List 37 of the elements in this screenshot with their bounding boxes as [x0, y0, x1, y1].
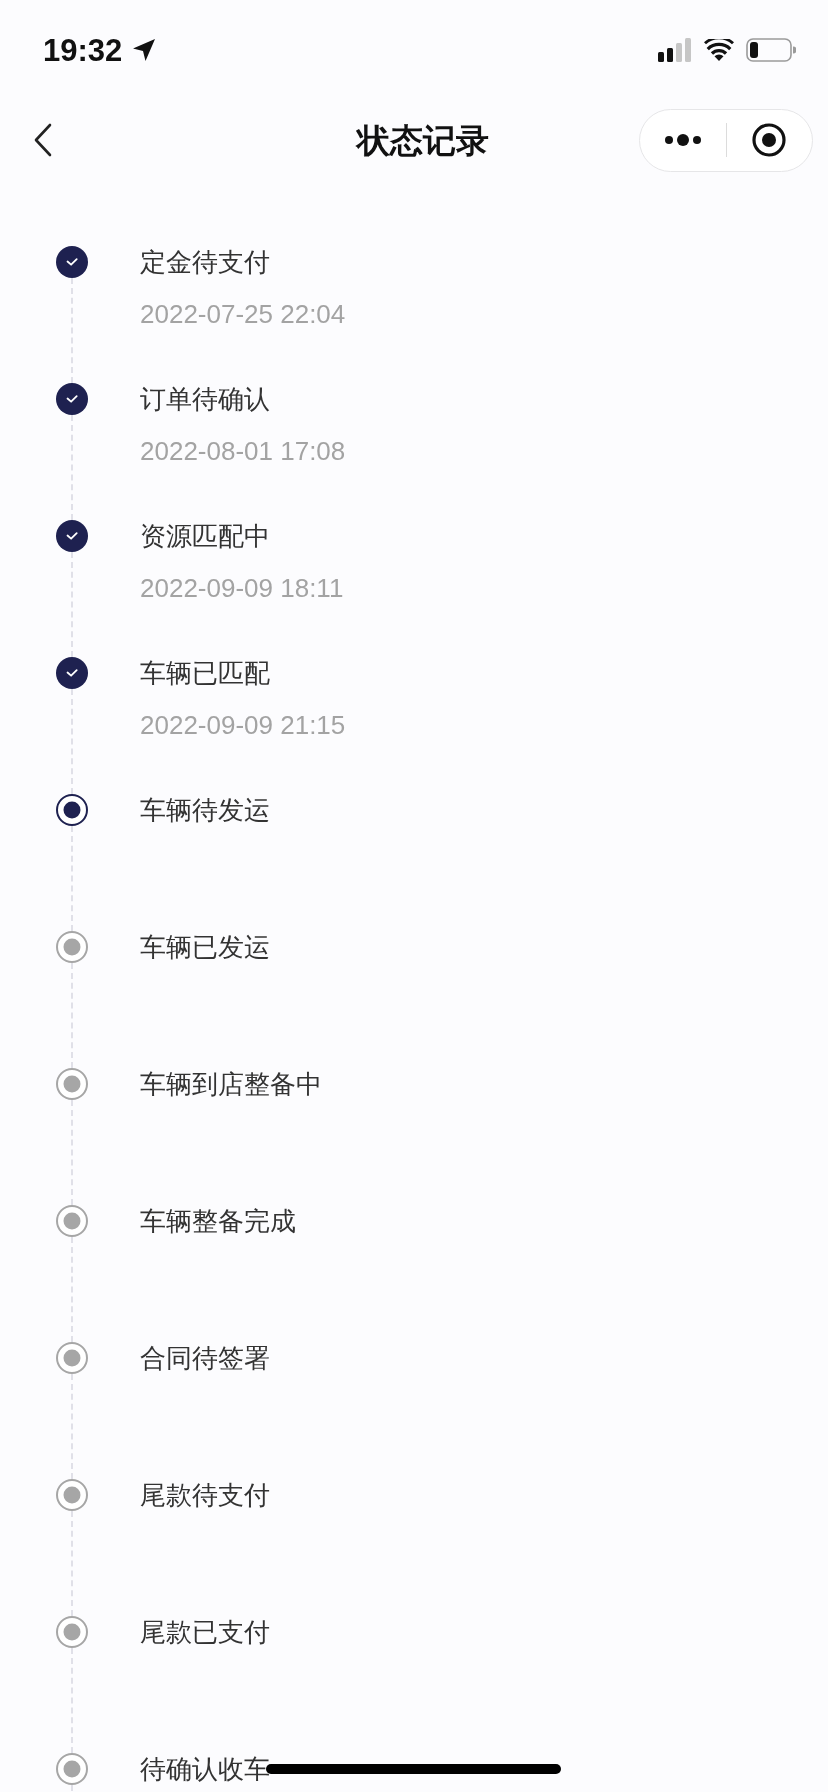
step-label: 尾款已支付: [140, 1616, 270, 1648]
step-label: 待确认收车: [140, 1753, 270, 1785]
wifi-icon: [704, 39, 734, 61]
location-arrow-icon: [132, 38, 157, 62]
step-label: 合同待签署: [140, 1342, 270, 1374]
step-label: 车辆已匹配: [140, 657, 271, 689]
step-label: 车辆整备完成: [140, 1205, 296, 1237]
step-time: 2022-09-09 21:15: [140, 709, 346, 741]
radio-dot-icon: [56, 1753, 88, 1785]
step-label: 资源匹配中: [140, 520, 271, 552]
radio-dot-icon: [56, 794, 88, 826]
radio-dot-icon: [56, 1342, 88, 1374]
step-label: 定金待支付: [140, 246, 271, 278]
step-time: 2022-07-25 22:04: [140, 298, 346, 330]
radio-dot-icon: [56, 1616, 88, 1648]
step-time: 2022-09-09 18:11: [140, 572, 344, 604]
more-dots-icon: [663, 134, 702, 146]
step-label: 订单待确认: [140, 383, 271, 415]
radio-dot-icon: [56, 1068, 88, 1100]
step-label: 车辆已发运: [140, 931, 270, 963]
step-label: 车辆到店整备中: [140, 1068, 322, 1100]
target-icon: [752, 123, 787, 157]
step-time: 2022-08-01 17:08: [140, 435, 346, 467]
step-label: 车辆待发运: [140, 794, 270, 826]
radio-dot-icon: [56, 931, 88, 963]
step-label: 尾款待支付: [140, 1479, 270, 1511]
radio-dot-icon: [56, 1479, 88, 1511]
radio-dot-icon: [56, 1205, 88, 1237]
check-circle-icon: [56, 520, 88, 552]
signal-icon: [658, 38, 692, 62]
check-circle-icon: [56, 246, 88, 278]
check-circle-icon: [56, 657, 88, 689]
check-circle-icon: [56, 383, 88, 415]
battery-icon: [746, 38, 796, 62]
page-title: 状态记录: [357, 123, 489, 157]
status-time: 19:32: [43, 34, 123, 66]
chevron-left-icon: [33, 123, 53, 157]
